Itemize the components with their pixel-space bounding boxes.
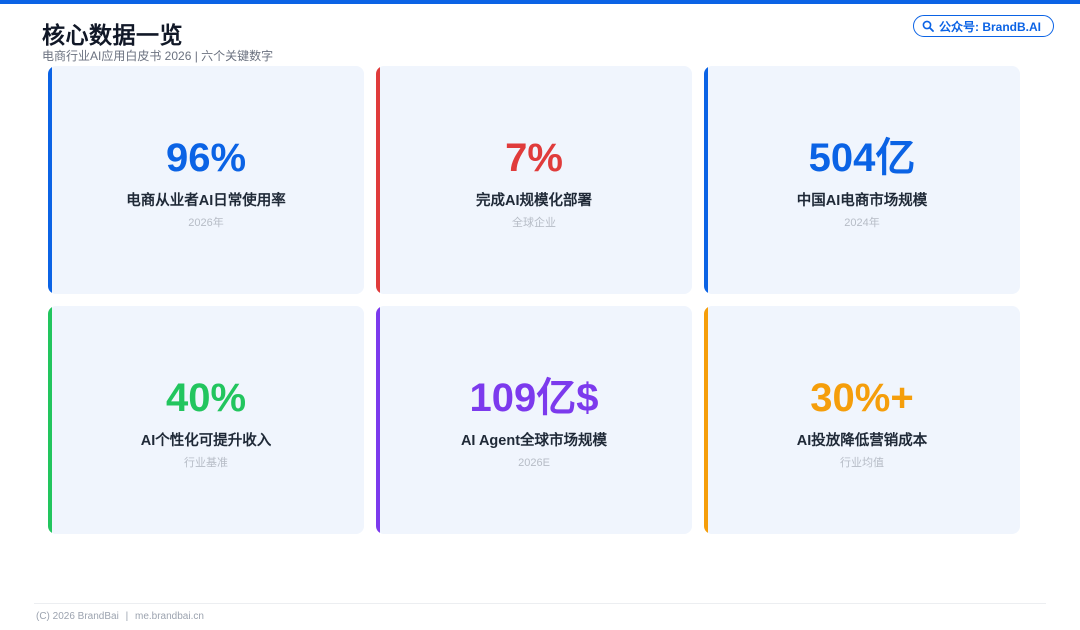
card-accent-bar xyxy=(704,66,708,294)
stat-note: 行业均值 xyxy=(840,457,884,469)
brand-badge[interactable]: 公众号: BrandB.AI xyxy=(912,15,1054,37)
footer-separator: | xyxy=(125,611,129,622)
stat-value: 504亿 xyxy=(808,136,916,180)
stat-value: 109亿$ xyxy=(469,376,599,420)
stat-label: 中国AI电商市场规模 xyxy=(796,193,928,209)
top-accent-bar xyxy=(0,0,1080,4)
stat-label: 电商从业者AI日常使用率 xyxy=(126,193,286,209)
stat-note: 2026年 xyxy=(188,217,224,229)
stat-value: 40% xyxy=(165,376,247,420)
card-accent-bar xyxy=(376,306,380,534)
stat-value: 30%+ xyxy=(810,376,914,420)
stat-value: 96% xyxy=(165,136,247,180)
stats-grid: 96% 电商从业者AI日常使用率 2026年 7% 完成AI规模化部署 全球企业… xyxy=(48,66,1020,534)
stat-label: AI投放降低营销成本 xyxy=(796,433,928,449)
footer: (C) 2026 BrandBai | me.brandbai.cn xyxy=(36,611,204,622)
card-accent-bar xyxy=(48,306,52,534)
stat-value: 7% xyxy=(505,136,563,180)
stat-card-agent-market-size: 109亿$ AI Agent全球市场规模 2026E xyxy=(376,306,692,534)
stat-note: 2024年 xyxy=(844,217,880,229)
card-accent-bar xyxy=(48,66,52,294)
stat-note: 行业基准 xyxy=(184,457,228,469)
stat-card-usage-rate: 96% 电商从业者AI日常使用率 2026年 xyxy=(48,66,364,294)
search-icon xyxy=(922,20,934,32)
stat-card-personalization-revenue: 40% AI个性化可提升收入 行业基准 xyxy=(48,306,364,534)
stat-note: 2026E xyxy=(518,457,550,469)
brand-badge-label: 公众号: BrandB.AI xyxy=(938,19,1041,34)
footer-divider xyxy=(34,603,1046,604)
stat-label: 完成AI规模化部署 xyxy=(476,193,592,209)
page-header: 核心数据一览 电商行业AI应用白皮书 2026 | 六个关键数字 xyxy=(42,20,273,63)
footer-copyright: (C) 2026 BrandBai xyxy=(36,611,119,622)
stat-card-scaled-deployment: 7% 完成AI规模化部署 全球企业 xyxy=(376,66,692,294)
stat-label: AI个性化可提升收入 xyxy=(140,433,272,449)
page-title: 核心数据一览 xyxy=(42,22,183,48)
card-accent-bar xyxy=(704,306,708,534)
stat-label: AI Agent全球市场规模 xyxy=(460,433,608,449)
stat-note: 全球企业 xyxy=(512,217,556,229)
card-accent-bar xyxy=(376,66,380,294)
stat-card-china-market-size: 504亿 中国AI电商市场规模 2024年 xyxy=(704,66,1020,294)
page-subtitle: 电商行业AI应用白皮书 2026 | 六个关键数字 xyxy=(42,49,274,63)
footer-url[interactable]: me.brandbai.cn xyxy=(135,611,204,622)
stat-card-marketing-cost: 30%+ AI投放降低营销成本 行业均值 xyxy=(704,306,1020,534)
